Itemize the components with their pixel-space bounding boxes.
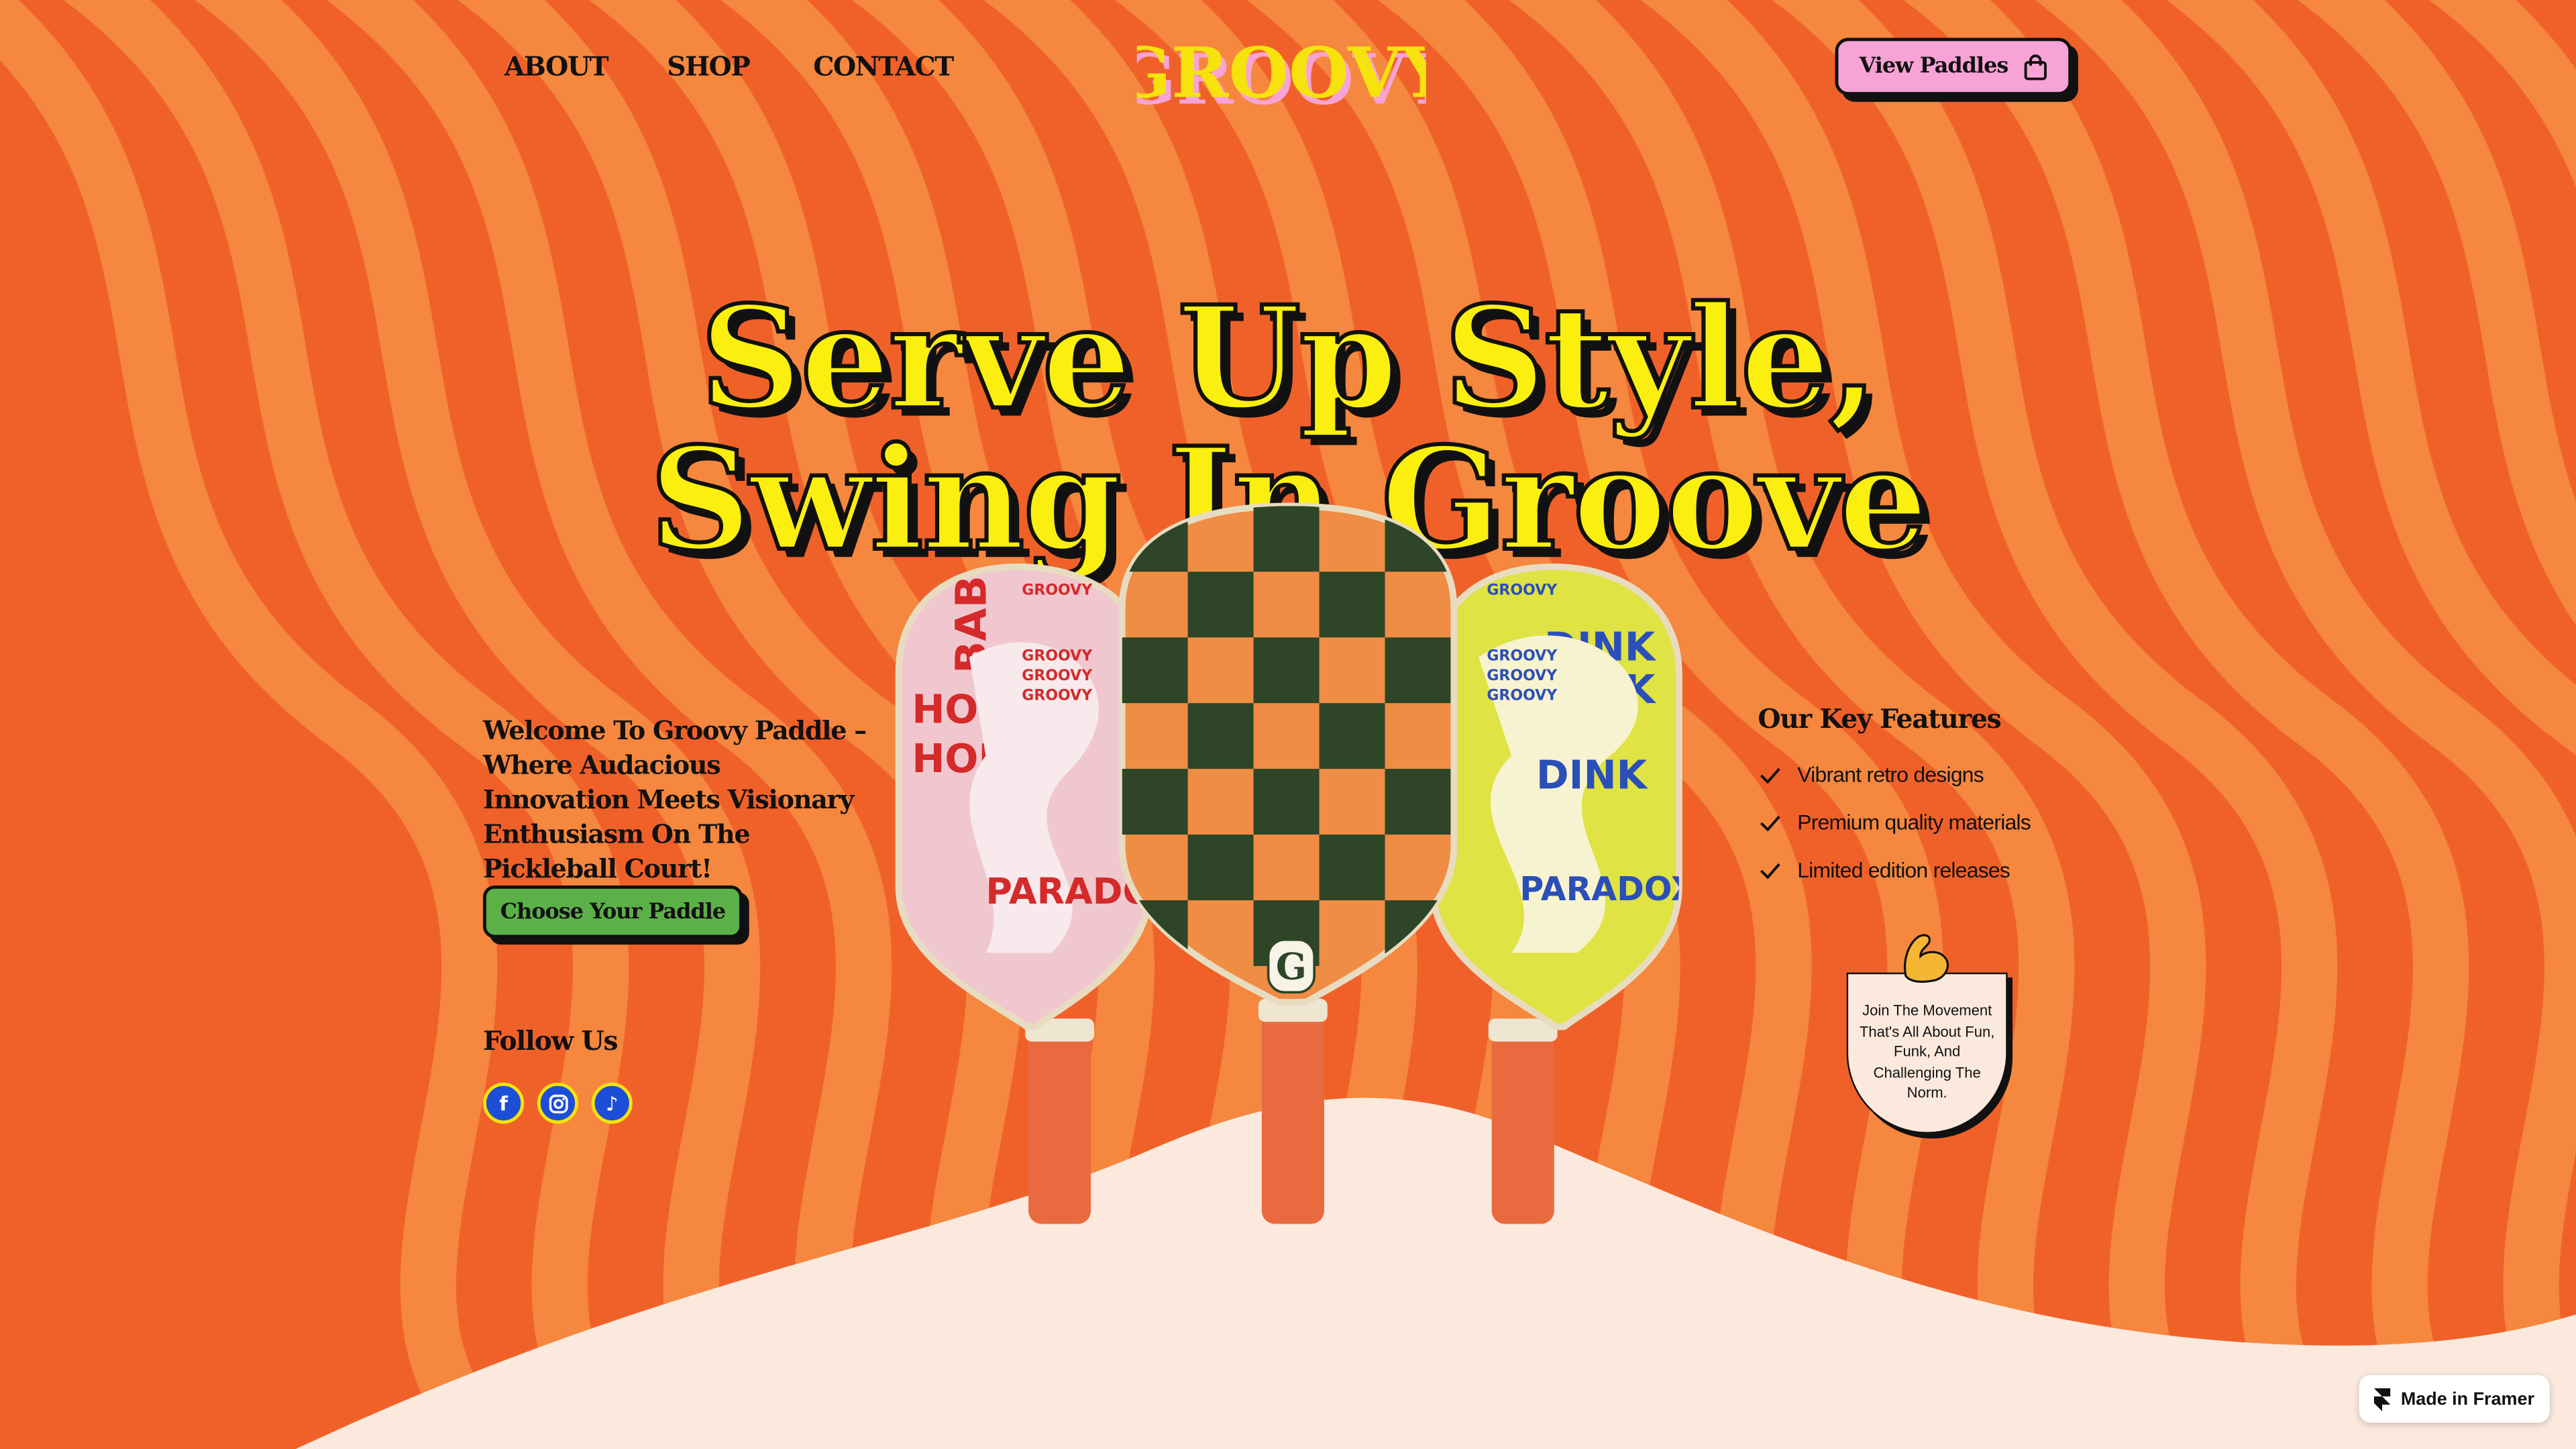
check-icon [1760, 814, 1780, 830]
svg-text:DINK: DINK [1536, 752, 1649, 798]
movement-card-text: Join The Movement That's All About Fun, … [1859, 1002, 1995, 1101]
svg-text:GROOVY: GROOVY [1487, 582, 1558, 599]
features-title: Our Key Features [1758, 703, 2001, 735]
svg-text:GROOVY: GROOVY [1487, 667, 1558, 684]
hero-intro-text: Welcome To Groovy Paddle – Where Audacio… [483, 714, 867, 884]
movement-card: Join The Movement That's All About Fun, … [1846, 972, 2008, 1134]
feature-item-label: Vibrant retro designs [1797, 762, 1984, 788]
feature-item-label: Premium quality materials [1797, 810, 2031, 835]
framer-icon [2374, 1387, 2392, 1411]
svg-text:GROOVY: GROOVY [1022, 667, 1093, 684]
feature-item: Premium quality materials [1760, 810, 2031, 835]
feature-item: Limited edition releases [1760, 857, 2010, 882]
made-in-framer-label: Made in Framer [2400, 1389, 2534, 1409]
svg-text:BABYLON: BABYLON [947, 449, 996, 674]
facebook-icon[interactable]: f [483, 1082, 525, 1124]
paddle-right: DINK DINK DINK PARADOX GROOVY GROOVY GRO… [1429, 564, 1696, 1224]
paddle-center: G [1118, 502, 1458, 1224]
svg-text:G: G [1276, 945, 1307, 988]
svg-text:PARADOX: PARADOX [1519, 870, 1696, 908]
flexed-biceps-icon [1904, 934, 1949, 983]
svg-text:GROOVY: GROOVY [1487, 687, 1558, 704]
svg-text:GROOVY: GROOVY [1022, 647, 1093, 664]
svg-text:GROOVY: GROOVY [1022, 582, 1093, 599]
check-icon [1760, 862, 1780, 878]
feature-item-label: Limited edition releases [1797, 857, 2010, 883]
made-in-framer-badge[interactable]: Made in Framer [2359, 1375, 2550, 1423]
svg-text:GROOVY: GROOVY [1487, 647, 1558, 664]
follow-us-title: Follow Us [483, 1025, 619, 1057]
feature-item: Vibrant retro designs [1760, 762, 1984, 787]
choose-paddle-button[interactable]: Choose Your Paddle [483, 885, 743, 938]
tiktok-icon[interactable]: ♪ [591, 1082, 633, 1124]
check-icon [1760, 767, 1780, 783]
paddles-illustration: BABYLON HOP HOP PARADOX GROOVY GROOVY GR… [895, 449, 1696, 1224]
instagram-icon[interactable] [537, 1082, 579, 1124]
svg-text:GROOVY: GROOVY [1022, 687, 1093, 704]
